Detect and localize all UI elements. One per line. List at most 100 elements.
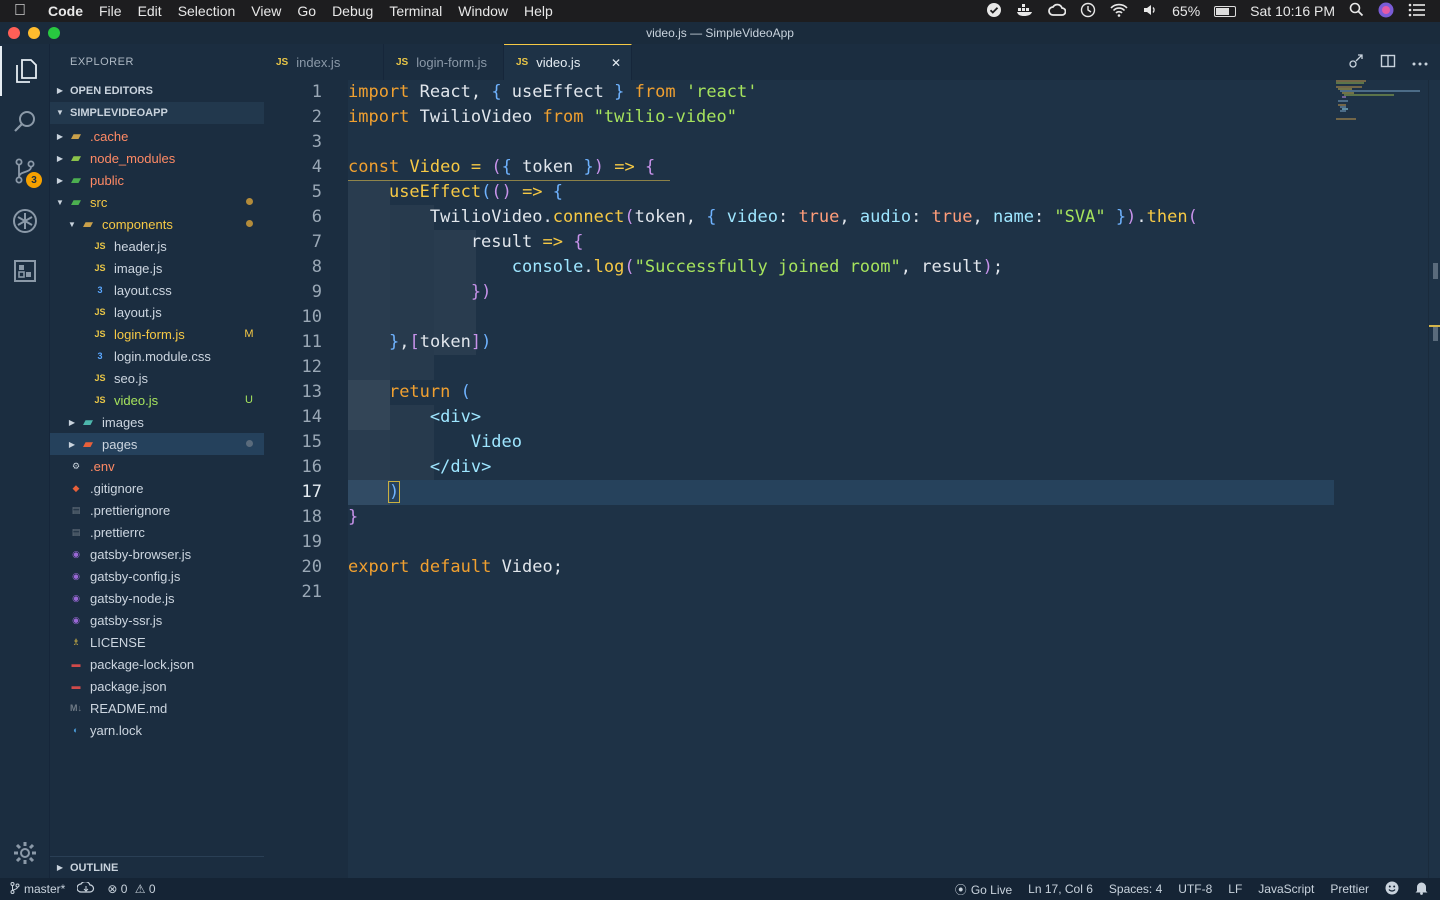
split-editor-icon[interactable]	[1380, 53, 1396, 72]
apple-icon[interactable]: 	[0, 2, 40, 20]
tree-item-label: package.json	[90, 678, 167, 694]
time-machine-tray-icon[interactable]	[1080, 2, 1096, 21]
line-number: 12	[301, 357, 322, 377]
tab-login-form-js[interactable]: JS login-form.js	[384, 44, 504, 80]
tree-item[interactable]: ▬ package-lock.json	[50, 653, 264, 675]
git-branch[interactable]: master*	[10, 882, 65, 896]
menu-view[interactable]: View	[243, 3, 289, 19]
code-line-5: useEffect(() => {	[388, 182, 564, 202]
tree-item[interactable]: ▤ .prettierrc	[50, 521, 264, 543]
menu-app-name[interactable]: Code	[40, 3, 91, 19]
tree-item[interactable]: 3 login.module.css	[50, 345, 264, 367]
encoding[interactable]: UTF-8	[1178, 882, 1212, 896]
zoom-window-button[interactable]	[48, 27, 60, 39]
go-live-button[interactable]: ⦿ Go Live	[955, 881, 1012, 898]
tree-item[interactable]: ◉ gatsby-config.js	[50, 565, 264, 587]
tree-item[interactable]: ▶ ▰ public	[50, 169, 264, 191]
tree-item[interactable]: ♗ LICENSE	[50, 631, 264, 653]
tree-item[interactable]: JS layout.js	[50, 301, 264, 323]
js-file-icon: JS	[516, 57, 529, 68]
minimize-window-button[interactable]	[28, 27, 40, 39]
menu-terminal[interactable]: Terminal	[381, 3, 450, 19]
language-mode[interactable]: JavaScript	[1258, 882, 1314, 896]
tree-item[interactable]: ◉ gatsby-browser.js	[50, 543, 264, 565]
tree-item[interactable]: ▤ .prettierignore	[50, 499, 264, 521]
menu-help[interactable]: Help	[516, 3, 561, 19]
notifications-bell-icon[interactable]	[1415, 881, 1428, 898]
code-line-11: },[token])	[388, 332, 492, 352]
prettier-status[interactable]: Prettier	[1330, 882, 1369, 896]
tree-item[interactable]: JS login-form.js M	[50, 323, 264, 345]
tab-index-js[interactable]: JS index.js	[264, 44, 384, 80]
search-icon[interactable]	[0, 96, 50, 146]
tree-item[interactable]: ⚙ .env	[50, 455, 264, 477]
tree-item[interactable]: ▬ package.json	[50, 675, 264, 697]
open-changes-icon[interactable]	[1348, 53, 1364, 72]
minimap[interactable]	[1334, 80, 1424, 140]
tree-item-label: .prettierignore	[90, 502, 171, 518]
images-folder-icon: ▰	[83, 414, 93, 429]
creative-cloud-tray-icon[interactable]	[1048, 3, 1067, 20]
code-line-16: </div>	[429, 457, 492, 477]
explorer-title: EXPLORER	[70, 56, 134, 68]
siri-icon[interactable]	[1378, 2, 1394, 21]
checkmark-tray-icon[interactable]	[986, 2, 1002, 21]
tree-item[interactable]: ◆ .gitignore	[50, 477, 264, 499]
code-editor[interactable]: 1 2 3 4 5 6 7 8 9 10 11 12 13 14 15 16 17 18 19 20 21 import…	[264, 80, 1440, 878]
tree-item[interactable]: ▶ ▰ pages	[50, 433, 264, 455]
menu-file[interactable]: File	[91, 3, 130, 19]
menu-go[interactable]: Go	[289, 3, 324, 19]
open-editors-section[interactable]: ▶ OPEN EDITORS	[50, 80, 264, 102]
extensions-icon[interactable]	[0, 246, 50, 296]
end-of-line[interactable]: LF	[1228, 882, 1242, 896]
tree-item[interactable]: ▶ ▰ images	[50, 411, 264, 433]
line-number: 2	[311, 107, 322, 127]
tree-item[interactable]: ◐ yarn.lock	[50, 719, 264, 741]
css-file-icon: 3	[97, 351, 103, 361]
scm-badge: 3	[26, 172, 42, 188]
notification-center-icon[interactable]	[1408, 3, 1426, 20]
tab-video-js[interactable]: JS video.js ✕	[504, 44, 632, 80]
vertical-scrollbar[interactable]	[1428, 80, 1440, 878]
tree-item-label: layout.css	[114, 282, 172, 298]
sync-icon[interactable]	[76, 880, 95, 897]
menu-debug[interactable]: Debug	[324, 3, 381, 19]
docker-tray-icon[interactable]	[1016, 3, 1034, 20]
tree-item[interactable]: ◉ gatsby-ssr.js	[50, 609, 264, 631]
more-actions-icon[interactable]	[1412, 54, 1428, 70]
tree-item[interactable]: JS header.js	[50, 235, 264, 257]
explorer-icon[interactable]	[0, 46, 50, 96]
menu-window[interactable]: Window	[450, 3, 516, 19]
feedback-smiley-icon[interactable]	[1385, 881, 1399, 898]
source-control-icon[interactable]: 3	[0, 146, 50, 196]
tree-item[interactable]: ▼ ▰ src	[50, 191, 264, 213]
macos-menubar:  Code File Edit Selection View Go Debug…	[0, 0, 1440, 22]
tree-item[interactable]: ▶ ▰ node_modules	[50, 147, 264, 169]
battery-icon[interactable]	[1214, 5, 1237, 17]
tree-item-label: .cache	[90, 128, 129, 144]
tree-item[interactable]: ◉ gatsby-node.js	[50, 587, 264, 609]
cursor-position[interactable]: Ln 17, Col 6	[1028, 882, 1093, 896]
volume-icon[interactable]	[1142, 3, 1158, 20]
close-tab-icon[interactable]: ✕	[611, 56, 621, 70]
spotlight-search-icon[interactable]	[1349, 2, 1364, 20]
wifi-icon[interactable]	[1110, 3, 1128, 20]
close-window-button[interactable]	[8, 27, 20, 39]
tree-item[interactable]: ▶ ▰ .cache	[50, 125, 264, 147]
menu-selection[interactable]: Selection	[170, 3, 244, 19]
menu-edit[interactable]: Edit	[130, 3, 170, 19]
tree-item[interactable]: JS video.js U	[50, 389, 264, 411]
tree-item[interactable]: ▼ ▰ components	[50, 213, 264, 235]
tree-item[interactable]: JS seo.js	[50, 367, 264, 389]
project-section[interactable]: ▼ SIMPLEVIDEOAPP	[50, 102, 264, 124]
settings-gear-icon[interactable]	[0, 828, 50, 878]
tree-item[interactable]: 3 layout.css	[50, 279, 264, 301]
debug-icon[interactable]	[0, 196, 50, 246]
problems-indicator[interactable]: ⊗ 0 ⚠ 0	[107, 882, 155, 896]
chevron-right-icon: ▶	[56, 153, 64, 163]
tree-item[interactable]: JS image.js	[50, 257, 264, 279]
outline-section[interactable]: ▶ OUTLINE	[50, 856, 264, 878]
menubar-clock[interactable]: Sat 10:16 PM	[1250, 3, 1335, 19]
tree-item[interactable]: M↓ README.md	[50, 697, 264, 719]
indentation[interactable]: Spaces: 4	[1109, 882, 1162, 896]
